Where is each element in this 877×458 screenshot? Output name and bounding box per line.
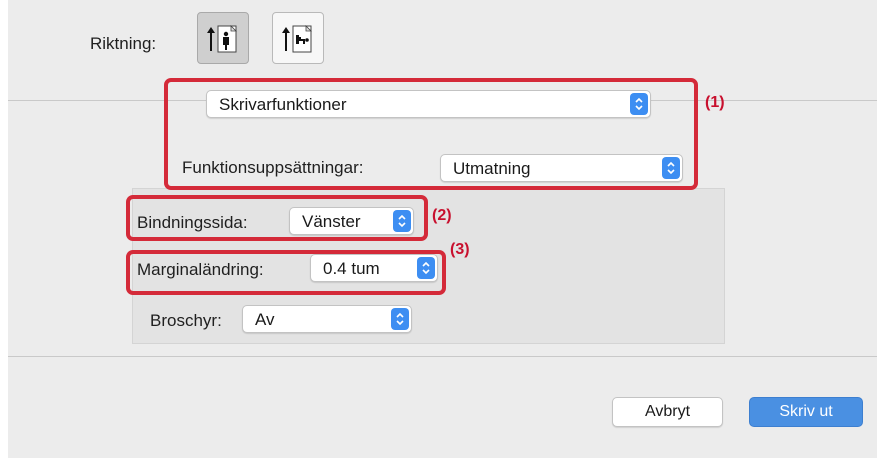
screenshot-frame: Riktning: Skrivarfunktioner Funktionsupp… <box>0 0 877 458</box>
orientation-label: Riktning: <box>90 34 157 53</box>
popup-arrows-icon <box>391 308 409 330</box>
highlight-box-1 <box>164 78 698 190</box>
booklet-popup[interactable]: Av <box>242 305 412 333</box>
landscape-orientation-icon <box>282 25 312 53</box>
booklet-label: Broschyr: <box>150 311 222 330</box>
callout-3: (3) <box>450 241 470 258</box>
highlight-box-3 <box>126 250 446 295</box>
print-button[interactable]: Skriv ut <box>749 397 863 427</box>
highlight-box-2 <box>126 195 428 241</box>
portrait-orientation-button[interactable] <box>197 12 249 64</box>
cancel-button[interactable]: Avbryt <box>612 397 723 427</box>
landscape-orientation-button[interactable] <box>272 12 324 64</box>
callout-2: (2) <box>432 207 452 224</box>
divider-bottom <box>8 356 877 357</box>
portrait-orientation-icon <box>207 25 237 53</box>
callout-1: (1) <box>705 94 725 111</box>
booklet-value: Av <box>255 310 275 329</box>
